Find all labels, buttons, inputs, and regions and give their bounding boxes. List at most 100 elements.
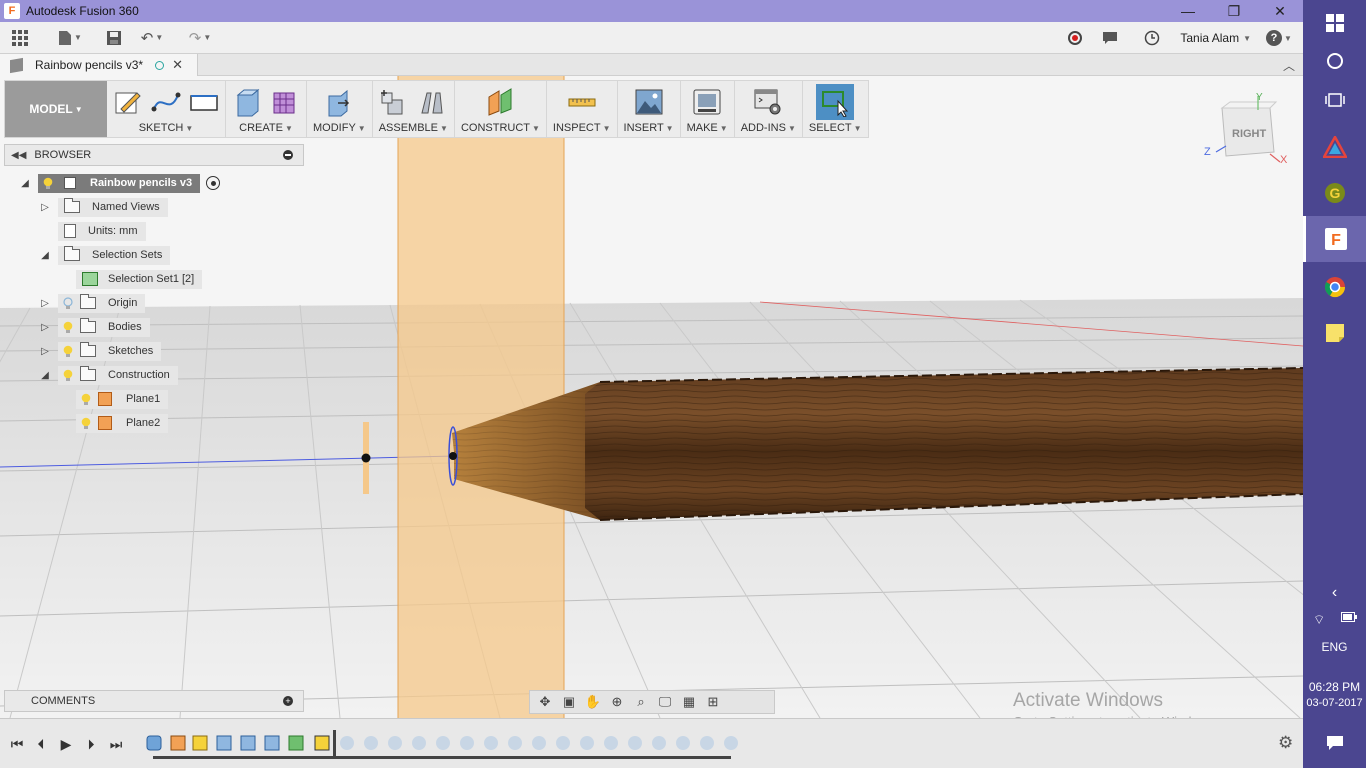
- create-menu[interactable]: CREATE ▼: [239, 122, 293, 134]
- chevron-down-icon[interactable]: ▼: [666, 124, 674, 133]
- timeline-first-icon[interactable]: ⏮: [8, 735, 26, 753]
- expand-triangle-icon[interactable]: ▷: [38, 346, 52, 357]
- minimize-button[interactable]: —: [1165, 0, 1211, 22]
- input-language[interactable]: ENG: [1303, 640, 1366, 654]
- insert-menu[interactable]: INSERT ▼: [624, 122, 674, 134]
- close-button[interactable]: ✕: [1257, 0, 1303, 22]
- rectangle-icon[interactable]: [189, 87, 219, 117]
- timeline-last-icon[interactable]: ⏭: [107, 735, 125, 753]
- construct-menu[interactable]: CONSTRUCT ▼: [461, 122, 540, 134]
- chevron-down-icon[interactable]: ▼: [788, 124, 796, 133]
- comments-panel[interactable]: COMMENTS +: [4, 690, 304, 712]
- close-tab-button[interactable]: ✕: [172, 57, 183, 73]
- tree-item-plane2[interactable]: Plane2: [70, 413, 169, 433]
- chrome-icon[interactable]: [1303, 264, 1366, 310]
- timeline-features[interactable]: [145, 730, 745, 756]
- visibility-bulb-icon[interactable]: [42, 176, 54, 190]
- zoom-icon[interactable]: ⊕: [608, 694, 626, 710]
- modify-group[interactable]: MODIFY ▼: [307, 81, 373, 137]
- viewports-icon[interactable]: ⊞: [704, 694, 722, 710]
- select-tool-icon[interactable]: [816, 84, 855, 120]
- chevron-up-icon[interactable]: ︿: [1283, 57, 1295, 74]
- view-cube-face-label[interactable]: RIGHT: [1232, 128, 1266, 140]
- document-tab[interactable]: Rainbow pencils v3* ✕: [0, 54, 198, 76]
- data-panel-grid-icon[interactable]: [6, 24, 34, 52]
- look-at-icon[interactable]: ▣: [560, 694, 578, 710]
- timeline-play-icon[interactable]: ▶: [57, 735, 75, 753]
- collapse-triangle-icon[interactable]: ◢: [18, 178, 32, 189]
- wifi-icon[interactable]: ⌔: [1313, 612, 1325, 628]
- collapse-triangle-icon[interactable]: ◢: [38, 370, 52, 381]
- visibility-bulb-icon[interactable]: [62, 344, 74, 358]
- sketch-menu[interactable]: SKETCH ▼: [139, 122, 194, 134]
- make-group[interactable]: MAKE ▼: [681, 81, 735, 137]
- comment-icon[interactable]: [1096, 24, 1124, 52]
- chevron-down-icon[interactable]: ▼: [285, 124, 293, 133]
- extrude-icon[interactable]: [232, 87, 262, 117]
- visibility-bulb-icon[interactable]: [80, 392, 92, 406]
- user-account-menu[interactable]: Tania Alam: [1180, 31, 1239, 45]
- spline-icon[interactable]: [151, 87, 181, 117]
- sticky-notes-icon[interactable]: [1303, 310, 1366, 356]
- tree-item-selection-set1[interactable]: Selection Set1 [2]: [70, 269, 203, 289]
- expand-triangle-icon[interactable]: ▷: [38, 322, 52, 333]
- orbit-icon[interactable]: ✥: [536, 694, 554, 710]
- select-group[interactable]: SELECT ▼: [803, 81, 868, 137]
- visibility-bulb-icon[interactable]: [62, 368, 74, 382]
- timeline-track[interactable]: [153, 756, 731, 759]
- modify-menu[interactable]: MODIFY ▼: [313, 122, 366, 134]
- select-menu[interactable]: SELECT ▼: [809, 122, 862, 134]
- display-settings-icon[interactable]: 🖵: [656, 694, 674, 710]
- measure-icon[interactable]: [567, 87, 597, 117]
- pan-hand-icon[interactable]: ✋: [584, 694, 602, 710]
- tree-item-selection-sets[interactable]: ◢ Selection Sets: [38, 245, 171, 265]
- visibility-bulb-off-icon[interactable]: [62, 296, 74, 310]
- activate-radio-icon[interactable]: [206, 176, 221, 190]
- clock-time[interactable]: 06:28 PM: [1303, 680, 1366, 694]
- fit-window-zoom-icon[interactable]: ⌕: [632, 694, 650, 710]
- file-menu-icon[interactable]: ▼: [56, 24, 84, 52]
- tree-item-sketches[interactable]: ▷ Sketches: [38, 341, 162, 361]
- grid-settings-icon[interactable]: ▦: [680, 694, 698, 710]
- timeline-previous-icon[interactable]: ⏴: [32, 735, 50, 753]
- collapse-browser-icon[interactable]: ◀◀: [11, 150, 26, 161]
- record-icon[interactable]: [1068, 31, 1083, 45]
- assemble-menu[interactable]: ASSEMBLE ▼: [379, 122, 448, 134]
- chevron-down-icon[interactable]: ▼: [854, 124, 862, 133]
- create-sketch-icon[interactable]: [113, 87, 143, 117]
- visibility-bulb-icon[interactable]: [62, 320, 74, 334]
- scripts-add-ins-icon[interactable]: [753, 87, 783, 117]
- collapse-triangle-icon[interactable]: ◢: [38, 250, 52, 261]
- g-app-icon[interactable]: G: [1303, 170, 1366, 216]
- battery-icon[interactable]: [1341, 612, 1357, 622]
- joint-icon[interactable]: [417, 87, 447, 117]
- timeline-next-icon[interactable]: ⏵: [82, 735, 100, 753]
- tree-item-origin[interactable]: ▷ Origin: [38, 293, 146, 313]
- offset-plane-icon[interactable]: [485, 87, 515, 117]
- show-hidden-icons-chevron-icon[interactable]: ‹: [1303, 573, 1366, 613]
- chevron-down-icon[interactable]: ▼: [358, 124, 366, 133]
- tree-item-construction[interactable]: ◢ Construction: [38, 365, 178, 385]
- timeline-settings-gear-icon[interactable]: ⚙: [1278, 733, 1293, 753]
- tree-root-row[interactable]: ◢ Rainbow pencils v3: [18, 173, 221, 193]
- view-cube[interactable]: RIGHT Y Z X: [1200, 92, 1290, 174]
- visibility-bulb-icon[interactable]: [80, 416, 92, 430]
- sketch-group[interactable]: SKETCH ▼: [107, 81, 226, 137]
- task-view-icon[interactable]: [1303, 77, 1366, 123]
- browser-panel-header[interactable]: ◀◀ BROWSER: [4, 144, 304, 166]
- redo-icon[interactable]: ↷ ▼: [186, 24, 214, 52]
- form-box-icon[interactable]: [270, 87, 300, 117]
- fusion-360-taskbar-icon[interactable]: F: [1303, 216, 1366, 262]
- minimize-browser-icon[interactable]: [283, 150, 293, 160]
- chevron-down-icon[interactable]: ▼: [185, 124, 193, 133]
- job-status-clock-icon[interactable]: [1138, 24, 1166, 52]
- tree-item-units[interactable]: Units: mm: [52, 221, 146, 241]
- clock-date[interactable]: 03-07-2017: [1303, 697, 1366, 709]
- inspect-group[interactable]: INSPECT ▼: [547, 81, 618, 137]
- add-ins-group[interactable]: ADD-INS ▼: [735, 81, 803, 137]
- construct-group[interactable]: CONSTRUCT ▼: [455, 81, 547, 137]
- make-menu[interactable]: MAKE ▼: [687, 122, 728, 134]
- 3d-print-icon[interactable]: [692, 87, 722, 117]
- add-comment-icon[interactable]: +: [283, 696, 293, 706]
- maximize-button[interactable]: ❐: [1211, 0, 1257, 22]
